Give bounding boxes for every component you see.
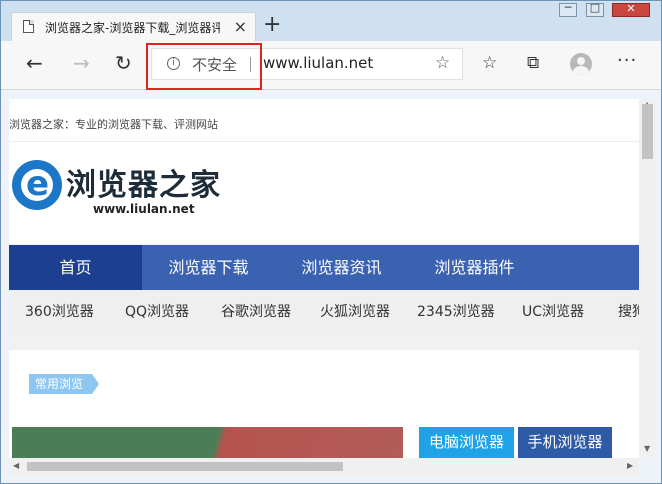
- banner-image[interactable]: [12, 427, 403, 458]
- browser-tab[interactable]: 浏览器之家-浏览器下载_浏览器评测网站 ×: [11, 12, 256, 41]
- minimize-button[interactable]: ─: [559, 1, 577, 17]
- tab-title: 浏览器之家-浏览器下载_浏览器评测网站: [45, 21, 220, 35]
- maximize-icon: □: [589, 1, 601, 14]
- maximize-button[interactable]: □: [586, 1, 604, 17]
- reload-button[interactable]: ↻: [115, 51, 132, 75]
- subnav-item[interactable]: 谷歌浏览器: [221, 301, 291, 321]
- close-window-button[interactable]: ✕: [612, 2, 650, 17]
- nav-browser-download[interactable]: 浏览器下载: [142, 245, 275, 290]
- browser-window: 浏览器之家-浏览器下载_浏览器评测网站 × + ─ □ ✕ ← → ↻ i 不安…: [0, 0, 662, 484]
- avatar-icon[interactable]: [570, 53, 592, 75]
- collections-icon[interactable]: ⧉: [527, 53, 539, 73]
- site-top-strip: 浏览器之家：专业的浏览器下载、评测网站: [9, 99, 639, 142]
- settings-menu-button[interactable]: ···: [617, 50, 637, 71]
- site-nav: 首页 浏览器下载 浏览器资讯 浏览器插件: [9, 245, 639, 290]
- page-icon: [23, 20, 34, 33]
- site-logo-url: www.liulan.net: [93, 202, 195, 216]
- subnav-item[interactable]: 搜狗: [618, 301, 639, 321]
- forward-button[interactable]: →: [73, 51, 90, 75]
- mobile-browser-button[interactable]: 手机浏览器: [518, 427, 612, 458]
- minimize-icon: ─: [564, 1, 572, 14]
- scroll-down-icon[interactable]: ▼: [644, 444, 650, 453]
- page-viewport: 浏览器之家：专业的浏览器下载、评测网站 浏览器之家 www.liulan.net…: [9, 99, 639, 458]
- desktop-browser-button[interactable]: 电脑浏览器: [419, 427, 514, 458]
- scroll-right-icon[interactable]: ▶: [627, 461, 633, 470]
- subnav-item[interactable]: QQ浏览器: [125, 301, 189, 321]
- horizontal-scrollbar[interactable]: ◀ ▶: [9, 458, 639, 475]
- subnav-item[interactable]: UC浏览器: [522, 301, 584, 321]
- browser-toolbar: ← → ↻ i 不安全 www.liulan.net ☆ ☆ ⧉ ···: [1, 41, 661, 90]
- highlight-box: [146, 43, 262, 90]
- close-icon: ✕: [626, 2, 636, 15]
- site-logo-text[interactable]: 浏览器之家: [66, 160, 221, 204]
- star-icon[interactable]: ☆: [435, 53, 450, 73]
- nav-browser-news[interactable]: 浏览器资讯: [275, 245, 408, 290]
- nav-home[interactable]: 首页: [9, 245, 142, 290]
- site-tagline: 浏览器之家：专业的浏览器下载、评测网站: [9, 118, 218, 131]
- nav-browser-plugins[interactable]: 浏览器插件: [408, 245, 541, 290]
- tab-strip: 浏览器之家-浏览器下载_浏览器评测网站 × + ─ □ ✕: [1, 1, 661, 41]
- subnav-item[interactable]: 2345浏览器: [417, 301, 495, 321]
- horizontal-scroll-thumb[interactable]: [27, 462, 343, 471]
- site-header: 浏览器之家 www.liulan.net: [9, 142, 639, 244]
- browser-subnav: 360浏览器 QQ浏览器 谷歌浏览器 火狐浏览器 2345浏览器 UC浏览器 搜…: [9, 290, 639, 330]
- scroll-left-icon[interactable]: ◀: [13, 461, 19, 470]
- new-tab-button[interactable]: +: [263, 13, 281, 37]
- section-tag: 常用浏览: [29, 374, 99, 394]
- subnav-item[interactable]: 火狐浏览器: [320, 301, 390, 321]
- logo-icon[interactable]: [12, 160, 62, 210]
- tab-close-button[interactable]: ×: [234, 17, 247, 36]
- vertical-scrollbar[interactable]: ▲ ▼: [639, 99, 656, 458]
- favorites-icon[interactable]: ☆: [482, 53, 497, 73]
- vertical-scroll-thumb[interactable]: [642, 104, 653, 159]
- url-text[interactable]: www.liulan.net: [263, 54, 373, 72]
- back-button[interactable]: ←: [26, 51, 43, 75]
- subnav-item[interactable]: 360浏览器: [25, 301, 94, 321]
